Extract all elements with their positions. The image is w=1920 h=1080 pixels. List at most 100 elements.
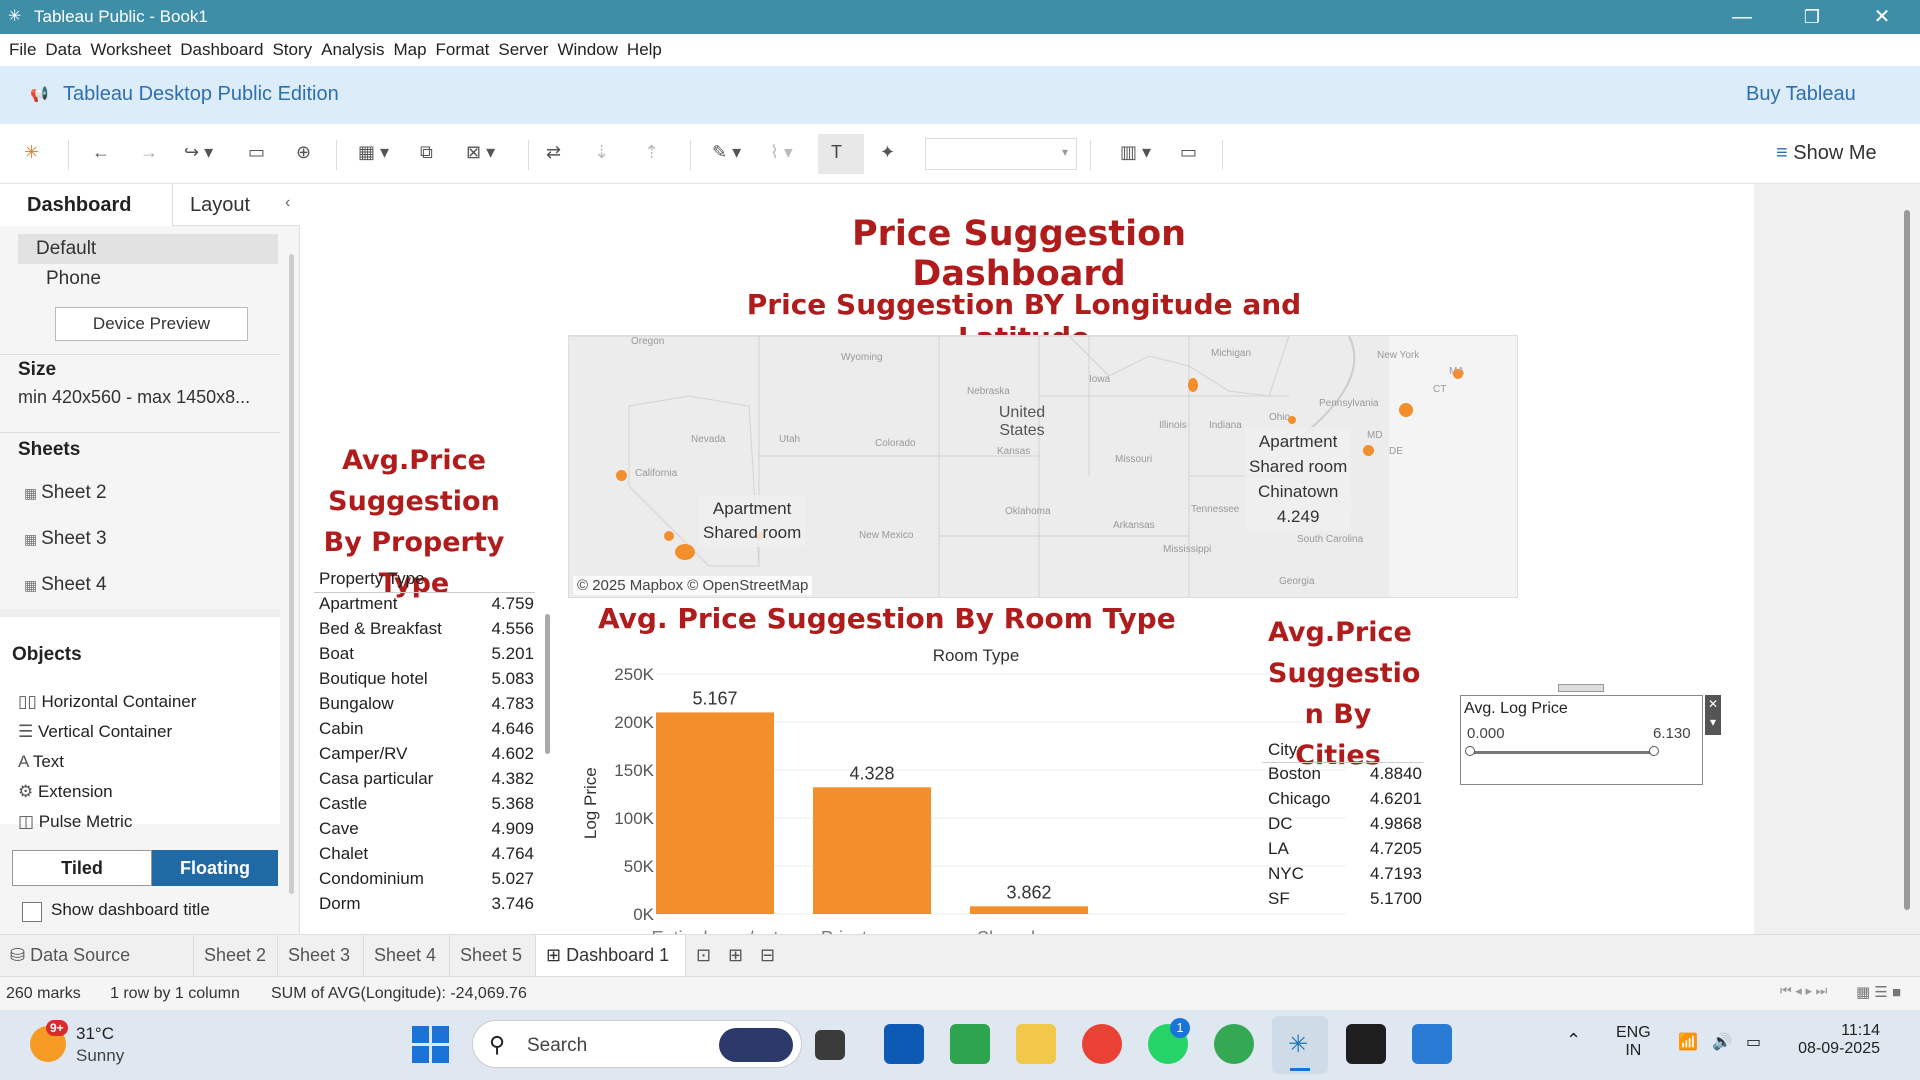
property-row[interactable]: Boutique hotel 5.083 — [319, 669, 534, 694]
chrome-profile-icon[interactable] — [1214, 1024, 1254, 1064]
chrome-icon[interactable] — [1082, 1024, 1122, 1064]
menu-help[interactable]: Help — [627, 40, 662, 60]
show-me-button[interactable]: ≡ Show Me — [1776, 142, 1877, 165]
back-icon[interactable]: ← — [92, 142, 110, 163]
menu-window[interactable]: Window — [557, 40, 617, 60]
sort-asc-icon[interactable]: ⇣ — [594, 142, 609, 163]
tab-sheet-5[interactable]: Sheet 5 — [450, 935, 536, 976]
property-row[interactable]: Castle 5.368 — [319, 794, 534, 819]
filter-max-handle[interactable] — [1649, 746, 1659, 756]
city-row[interactable]: Chicago 4.6201 — [1268, 789, 1422, 814]
language-indicator[interactable]: ENG IN — [1616, 1024, 1651, 1060]
map-point[interactable] — [664, 531, 674, 541]
tab-dashboard[interactable]: Dashboard — [0, 184, 172, 226]
menu-server[interactable]: Server — [498, 40, 548, 60]
property-table-scrollbar[interactable] — [545, 614, 550, 754]
annotate-icon[interactable]: ⌇ ▾ — [770, 142, 793, 163]
pin-icon[interactable]: ✦ — [880, 142, 895, 163]
map-point-boston[interactable] — [1453, 369, 1463, 379]
filter-min[interactable]: 0.000 — [1467, 725, 1505, 742]
menu-story[interactable]: Story — [272, 40, 312, 60]
chart-bar[interactable] — [813, 787, 931, 914]
sort-desc-icon[interactable]: ⇡ — [644, 142, 659, 163]
map-point-sf[interactable] — [616, 470, 627, 481]
menu-worksheet[interactable]: Worksheet — [90, 40, 171, 60]
property-row[interactable]: Dorm 3.746 — [319, 894, 534, 919]
app-icon[interactable] — [950, 1024, 990, 1064]
property-row[interactable]: Casa particular 4.382 — [319, 769, 534, 794]
map-point-la[interactable] — [675, 544, 695, 560]
city-row[interactable]: Boston 4.8840 — [1268, 764, 1422, 789]
map-point-chicago[interactable] — [1188, 378, 1198, 392]
property-row[interactable]: Cave 4.909 — [319, 819, 534, 844]
close-icon[interactable]: ✕ — [1705, 695, 1721, 713]
sheet-item-3[interactable]: ▦ Sheet 3 — [24, 528, 107, 550]
property-row[interactable]: Chalet 4.764 — [319, 844, 534, 869]
filter-max[interactable]: 6.130 — [1653, 725, 1691, 742]
menu-map[interactable]: Map — [393, 40, 426, 60]
chevron-down-icon[interactable]: ▾ — [1705, 713, 1721, 731]
object-pulse-metric[interactable]: ◫ Pulse Metric — [18, 812, 132, 832]
city-row[interactable]: LA 4.7205 — [1268, 839, 1422, 864]
present-icon[interactable]: ▭ — [1180, 142, 1197, 163]
property-row[interactable]: Bed & Breakfast 4.556 — [319, 619, 534, 644]
object-extension[interactable]: ⚙ Extension — [18, 782, 113, 802]
restore-button[interactable]: ❐ — [1792, 4, 1832, 30]
minimize-button[interactable]: — — [1722, 4, 1762, 30]
chart-bar[interactable] — [656, 712, 774, 914]
new-datasource-icon[interactable]: ⊕ — [296, 142, 311, 163]
clear-icon[interactable]: ⊠ ▾ — [466, 142, 495, 163]
drag-handle[interactable] — [1558, 684, 1604, 692]
tab-sheet-2[interactable]: Sheet 2 — [194, 935, 278, 976]
city-row[interactable]: SF 5.1700 — [1268, 889, 1422, 914]
fit-dropdown[interactable]: ▾ — [925, 138, 1077, 170]
vertical-scrollbar[interactable] — [1904, 210, 1910, 910]
duplicate-icon[interactable]: ⧉ — [420, 142, 433, 163]
map-view[interactable]: United States Wyoming Nebraska Iowa Michigan… — [568, 335, 1518, 598]
property-row[interactable]: Apartment 4.759 — [319, 594, 534, 619]
object-text[interactable]: A Text — [18, 752, 64, 772]
windows-start-icon[interactable] — [412, 1026, 450, 1064]
file-explorer-icon[interactable] — [1016, 1024, 1056, 1064]
menu-file[interactable]: File — [9, 40, 36, 60]
device-phone[interactable]: Phone — [46, 268, 101, 290]
size-dropdown[interactable]: min 420x560 - max 1450x8... — [18, 387, 250, 408]
sheet-item-2[interactable]: ▦ Sheet 2 — [24, 482, 107, 504]
filter-range-track[interactable] — [1471, 751, 1653, 754]
property-row[interactable]: Cabin 4.646 — [319, 719, 534, 744]
new-sheet-icon[interactable]: ▦ ▾ — [358, 142, 389, 163]
tab-dashboard-1[interactable]: ⊞ Dashboard 1 — [536, 935, 686, 976]
tab-layout[interactable]: Layout ‹ — [172, 184, 300, 226]
task-view-icon[interactable] — [815, 1030, 845, 1060]
floating-toggle[interactable]: Floating — [152, 850, 278, 886]
map-point-nyc[interactable] — [1399, 403, 1413, 417]
forward-icon[interactable]: → — [140, 142, 158, 163]
tableau-taskbar-button[interactable]: ✳ — [1272, 1016, 1328, 1074]
sheet-nav-icons[interactable]: ⏮ ◂ ▸ ⏭ — [1780, 983, 1827, 999]
new-dashboard-icon[interactable]: ⊞ — [720, 935, 752, 976]
redo-icon[interactable]: ↪ ▾ — [184, 142, 213, 163]
tab-sheet-4[interactable]: Sheet 4 — [364, 935, 450, 976]
menu-data[interactable]: Data — [45, 40, 81, 60]
object-horizontal-container[interactable]: ▯▯ Horizontal Container — [18, 692, 196, 712]
terminal-icon[interactable] — [1346, 1024, 1386, 1064]
object-vertical-container[interactable]: ☰ Vertical Container — [18, 722, 172, 742]
city-row[interactable]: NYC 4.7193 — [1268, 864, 1422, 889]
view-toggle-icons[interactable]: ▦ ☰ ■ — [1856, 983, 1901, 1001]
volume-icon[interactable]: 🔊 — [1712, 1032, 1732, 1052]
labels-button[interactable]: T — [818, 134, 864, 174]
tab-sheet-3[interactable]: Sheet 3 — [278, 935, 364, 976]
tableau-logo-icon[interactable]: ✳ — [24, 142, 39, 163]
vscode-icon[interactable] — [1412, 1024, 1452, 1064]
menu-analysis[interactable]: Analysis — [321, 40, 384, 60]
filter-min-handle[interactable] — [1465, 746, 1475, 756]
sheet-item-4[interactable]: ▦ Sheet 4 — [24, 574, 107, 596]
filter-menu[interactable]: ✕ ▾ — [1705, 695, 1721, 735]
taskbar-search[interactable]: ⚲ Search — [472, 1020, 802, 1068]
chart-bar[interactable] — [970, 906, 1088, 914]
device-preview-button[interactable]: Device Preview — [55, 307, 248, 341]
left-panel-scrollbar[interactable] — [289, 254, 294, 894]
highlight-icon[interactable]: ✎ ▾ — [712, 142, 741, 163]
menu-format[interactable]: Format — [436, 40, 490, 60]
property-row[interactable]: Bungalow 4.783 — [319, 694, 534, 719]
